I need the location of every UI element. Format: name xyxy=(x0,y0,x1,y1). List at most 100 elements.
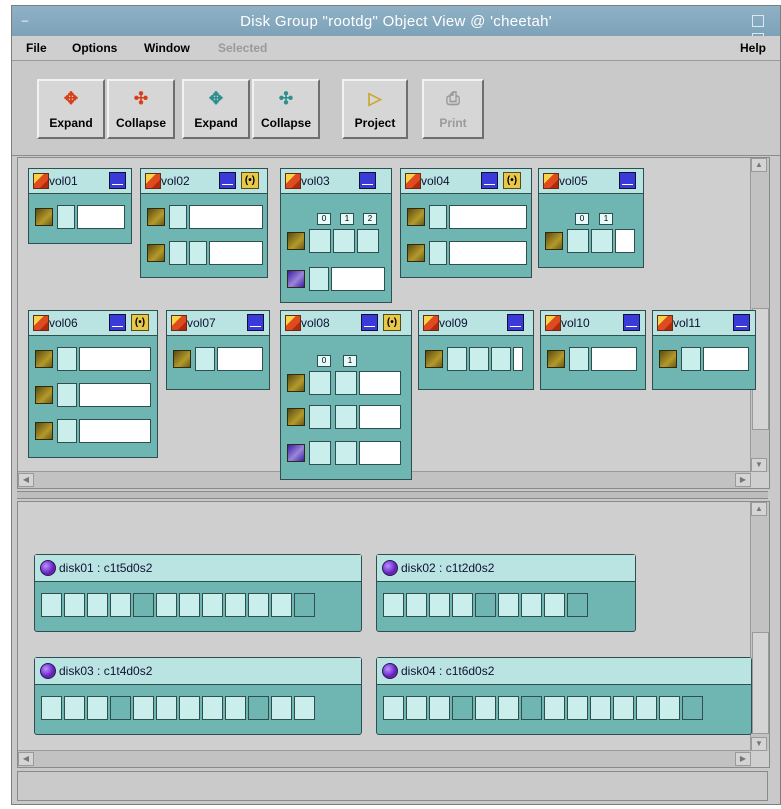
subdisk-region[interactable] xyxy=(133,593,154,617)
collapse-disks-button[interactable]: ✣ Collapse xyxy=(252,79,320,139)
subdisk-row[interactable] xyxy=(425,345,529,373)
subdisk-region[interactable] xyxy=(521,593,542,617)
subdisk-region[interactable] xyxy=(613,696,634,720)
subdisk-row[interactable] xyxy=(35,417,153,445)
scroll-right-icon[interactable]: ▶ xyxy=(735,752,751,766)
subdisk-row[interactable] xyxy=(35,345,153,373)
scroll-up-icon[interactable]: ▲ xyxy=(751,158,767,172)
subdisk-region[interactable] xyxy=(179,593,200,617)
subdisk-region[interactable] xyxy=(475,696,496,720)
disk-disk03[interactable]: disk03 : c1t4d0s2 xyxy=(34,657,362,735)
project-button[interactable]: ▷ Project xyxy=(342,79,408,139)
subdisk-region[interactable] xyxy=(636,696,657,720)
subdisk-region[interactable] xyxy=(202,696,223,720)
menu-help[interactable]: Help xyxy=(740,41,766,55)
subdisk-region[interactable] xyxy=(110,696,131,720)
disk-pane-horizontal-scrollbar[interactable]: ◀ ▶ xyxy=(18,750,751,767)
subdisk-row[interactable] xyxy=(173,345,265,373)
window-controls[interactable] xyxy=(750,14,776,45)
scroll-down-icon[interactable]: ▼ xyxy=(751,737,767,751)
subdisk-region[interactable] xyxy=(498,696,519,720)
subdisk-region[interactable] xyxy=(659,696,680,720)
subdisk-region[interactable] xyxy=(567,593,588,617)
subdisk-region[interactable] xyxy=(41,696,62,720)
subdisk-region[interactable] xyxy=(225,696,246,720)
subdisk-region[interactable] xyxy=(110,593,131,617)
menu-selected[interactable]: Selected xyxy=(218,41,267,55)
subdisk-region[interactable] xyxy=(87,593,108,617)
subdisk-row[interactable] xyxy=(287,403,407,431)
subdisk-region[interactable] xyxy=(179,696,200,720)
scroll-thumb[interactable] xyxy=(752,632,769,734)
subdisk-region[interactable] xyxy=(521,696,542,720)
disk-pane-vertical-scrollbar[interactable]: ▲ ▼ xyxy=(750,502,769,751)
subdisk-region[interactable] xyxy=(452,696,473,720)
subdisk-region[interactable] xyxy=(87,696,108,720)
expand-volumes-button[interactable]: ✥ Expand xyxy=(37,79,105,139)
title-bar[interactable]: – Disk Group "rootdg" Object View @ 'che… xyxy=(12,6,780,45)
volume-vol08[interactable]: vol08 (•) 0 1 xyxy=(280,310,412,480)
volume-vol11[interactable]: vol11 xyxy=(652,310,756,390)
subdisk-row[interactable] xyxy=(287,265,387,293)
volume-vol04[interactable]: vol04 (•) xyxy=(400,168,532,278)
subdisk-region[interactable] xyxy=(156,696,177,720)
subdisk-region[interactable] xyxy=(544,593,565,617)
subdisk-region[interactable] xyxy=(429,696,450,720)
scroll-left-icon[interactable]: ◀ xyxy=(18,752,34,766)
subdisk-row[interactable] xyxy=(287,369,407,397)
subdisk-row[interactable] xyxy=(147,203,263,231)
subdisk-region[interactable] xyxy=(202,593,223,617)
subdisk-region[interactable] xyxy=(383,593,404,617)
subdisk-region[interactable] xyxy=(294,696,315,720)
subdisk-row[interactable] xyxy=(659,345,751,373)
disk-disk04[interactable]: disk04 : c1t6d0s2 xyxy=(376,657,752,735)
subdisk-region[interactable] xyxy=(590,696,611,720)
subdisk-region[interactable] xyxy=(248,593,269,617)
subdisk-row[interactable] xyxy=(407,203,527,231)
subdisk-region[interactable] xyxy=(271,696,292,720)
subdisk-row[interactable] xyxy=(407,239,527,267)
collapse-volumes-button[interactable]: ✣ Collapse xyxy=(107,79,175,139)
subdisk-region[interactable] xyxy=(294,593,315,617)
subdisk-region[interactable] xyxy=(133,696,154,720)
volume-vol03[interactable]: vol03 0 1 2 xyxy=(280,168,392,303)
disk-disk02[interactable]: disk02 : c1t2d0s2 xyxy=(376,554,636,632)
subdisk-row[interactable] xyxy=(545,227,639,255)
menu-options[interactable]: Options xyxy=(72,41,117,55)
subdisk-region[interactable] xyxy=(682,696,703,720)
subdisk-row[interactable] xyxy=(287,439,407,467)
scroll-up-icon[interactable]: ▲ xyxy=(751,502,767,516)
subdisk-region[interactable] xyxy=(544,696,565,720)
pane-splitter[interactable] xyxy=(17,491,768,499)
subdisk-region[interactable] xyxy=(452,593,473,617)
subdisk-region[interactable] xyxy=(64,696,85,720)
subdisk-region[interactable] xyxy=(248,696,269,720)
menu-window[interactable]: Window xyxy=(144,41,190,55)
subdisk-region[interactable] xyxy=(498,593,519,617)
subdisk-region[interactable] xyxy=(429,593,450,617)
expand-disks-button[interactable]: ✥ Expand xyxy=(182,79,250,139)
menu-file[interactable]: File xyxy=(26,41,47,55)
scroll-right-icon[interactable]: ▶ xyxy=(735,473,751,487)
volume-vol09[interactable]: vol09 xyxy=(418,310,534,390)
subdisk-region[interactable] xyxy=(406,593,427,617)
volume-vol07[interactable]: vol07 xyxy=(166,310,270,390)
volume-vol02[interactable]: vol02 (•) xyxy=(140,168,268,278)
subdisk-region[interactable] xyxy=(406,696,427,720)
subdisk-row[interactable] xyxy=(547,345,641,373)
subdisk-row[interactable] xyxy=(35,381,153,409)
scroll-left-icon[interactable]: ◀ xyxy=(18,473,34,487)
volume-vol06[interactable]: vol06 (•) xyxy=(28,310,158,458)
subdisk-region[interactable] xyxy=(567,696,588,720)
minimize-icon[interactable] xyxy=(752,15,764,27)
scroll-down-icon[interactable]: ▼ xyxy=(751,458,767,472)
subdisk-row[interactable] xyxy=(287,227,387,255)
print-button[interactable]: ⎙ Print xyxy=(422,79,484,139)
subdisk-region[interactable] xyxy=(225,593,246,617)
disk-disk01[interactable]: disk01 : c1t5d0s2 xyxy=(34,554,362,632)
subdisk-region[interactable] xyxy=(383,696,404,720)
volume-vol10[interactable]: vol10 xyxy=(540,310,646,390)
subdisk-region[interactable] xyxy=(475,593,496,617)
subdisk-region[interactable] xyxy=(156,593,177,617)
subdisk-row[interactable] xyxy=(35,203,125,231)
